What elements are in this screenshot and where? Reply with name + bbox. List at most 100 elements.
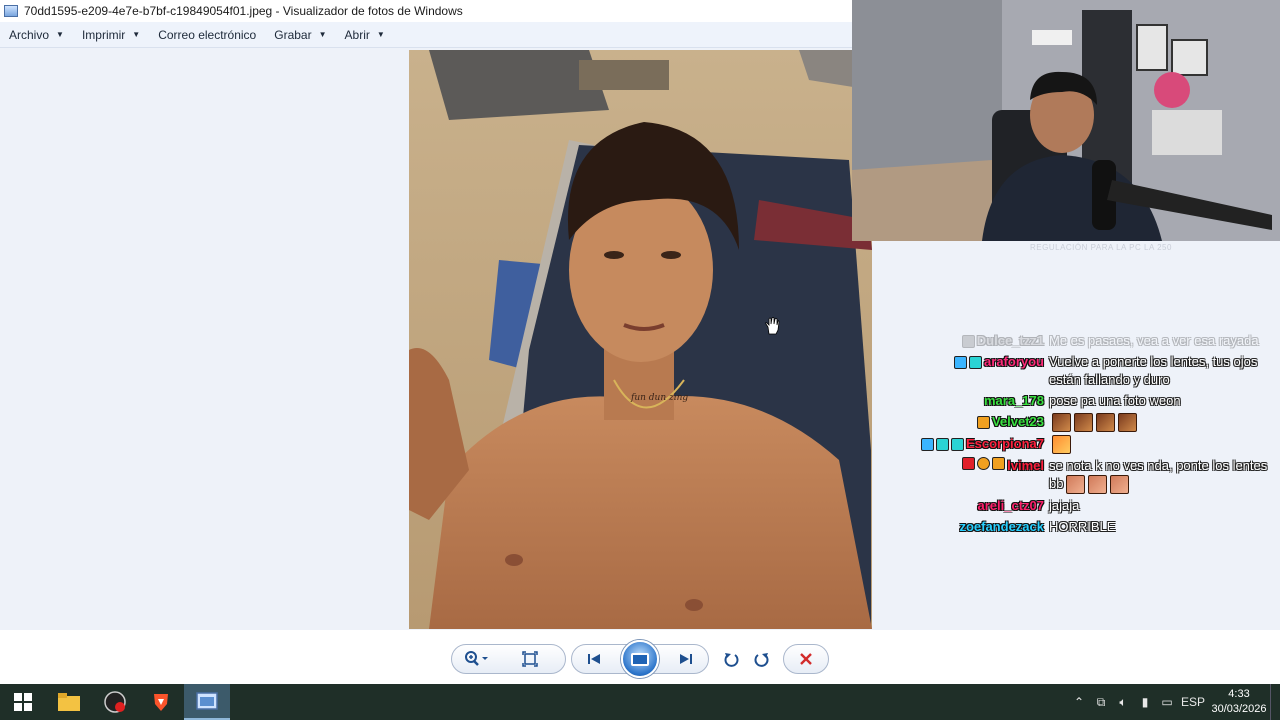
chat-username: araforyou bbox=[984, 354, 1044, 369]
chat-message: lvimel se nota k no ves nda, ponte los l… bbox=[900, 457, 1275, 495]
chat-badge-icon bbox=[969, 355, 983, 369]
chat-message: mara_178 pose pa una foto weon bbox=[900, 392, 1275, 410]
chat-text: HORRIBLE bbox=[1049, 519, 1116, 535]
chat-text bbox=[1049, 435, 1071, 455]
chat-user-block: areli_ctz07 bbox=[900, 497, 1049, 515]
chat-username: Dulce_tzz1 bbox=[976, 333, 1044, 348]
emote-icon bbox=[1074, 413, 1093, 433]
chat-username: Escorpiona7 bbox=[965, 436, 1044, 452]
slideshow-icon bbox=[631, 652, 649, 666]
chat-username: lvimel bbox=[1007, 458, 1044, 474]
rotate-counterclockwise-icon bbox=[724, 653, 739, 667]
photo-viewer-icon bbox=[196, 692, 218, 710]
stream-chat-overlay: Dulce_tzz1 Me es pasaes, vea a ver esa r… bbox=[900, 332, 1275, 539]
menu-grabar-label: Grabar bbox=[274, 27, 312, 42]
chat-username: Velvet23 bbox=[991, 414, 1044, 429]
chat-user-block: Escorpiona7 bbox=[900, 435, 1049, 453]
delete-icon bbox=[800, 653, 812, 665]
obs-record-icon bbox=[104, 691, 126, 713]
chat-username: zoefandezack bbox=[959, 519, 1044, 535]
taskbar-brave[interactable] bbox=[138, 684, 184, 720]
windows-taskbar: ⌃ ⧉ 🔈︎ ▮ ▭ ESP 4:33 30/03/2026 bbox=[0, 684, 1280, 720]
webcam-caption: REGULACIÓN PARA LA PC LA 250 bbox=[1030, 243, 1172, 252]
windows-logo-icon bbox=[14, 693, 32, 711]
chat-badge-icon bbox=[935, 437, 949, 451]
chat-user-block: Velvet23 bbox=[900, 413, 1049, 431]
speaker-icon[interactable]: 🔈︎ bbox=[1112, 684, 1134, 720]
folder-icon bbox=[58, 693, 80, 711]
rotate-counterclockwise-button[interactable] bbox=[716, 645, 746, 673]
chat-text: Vuelve a ponerte los lentes, tus ojos es… bbox=[1049, 354, 1258, 387]
chat-user-block: Dulce_tzz1 bbox=[900, 332, 1049, 350]
menu-correo-label: Correo electrónico bbox=[158, 27, 257, 42]
window-titlebar: 70dd1595-e209-4e7e-b7bf-c19849054f01.jpe… bbox=[0, 0, 852, 22]
previous-button[interactable] bbox=[572, 645, 616, 673]
menu-correo[interactable]: Correo electrónico bbox=[149, 22, 265, 47]
photo-viewer-app-icon bbox=[4, 5, 18, 17]
taskbar-clock[interactable]: 4:33 30/03/2026 bbox=[1208, 687, 1270, 717]
network-icon[interactable]: ⧉ bbox=[1090, 684, 1112, 720]
language-indicator[interactable]: ESP bbox=[1178, 684, 1208, 720]
chat-badge-icon bbox=[962, 457, 976, 471]
menu-imprimir[interactable]: Imprimir ▼ bbox=[73, 22, 149, 47]
chat-text: se nota k no ves nda, ponte los lentes b… bbox=[1049, 457, 1269, 495]
brave-lion-icon bbox=[154, 694, 168, 711]
window-title: 70dd1595-e209-4e7e-b7bf-c19849054f01.jpe… bbox=[24, 4, 463, 18]
microphone-icon[interactable]: ▮ bbox=[1134, 684, 1156, 720]
chat-message: araforyou Vuelve a ponerte los lentes, t… bbox=[900, 353, 1275, 389]
battery-icon[interactable]: ▭ bbox=[1156, 684, 1178, 720]
emote-icon bbox=[1052, 413, 1071, 433]
emote-icon bbox=[1052, 435, 1071, 455]
menu-archivo-label: Archivo bbox=[9, 27, 50, 42]
system-tray: ⌃ ⧉ 🔈︎ ▮ ▭ ESP 4:33 30/03/2026 bbox=[1068, 684, 1280, 720]
chat-message: Escorpiona7 bbox=[900, 435, 1275, 455]
next-icon bbox=[679, 654, 692, 664]
menu-abrir[interactable]: Abrir ▼ bbox=[336, 22, 394, 47]
next-button[interactable] bbox=[664, 645, 708, 673]
magnifier-icon bbox=[465, 651, 488, 666]
show-hidden-icons-chevron-icon[interactable]: ⌃ bbox=[1068, 684, 1090, 720]
chevron-down-icon: ▼ bbox=[132, 30, 141, 39]
chat-user-block: mara_178 bbox=[900, 392, 1049, 410]
chat-text: pose pa una foto weon bbox=[1049, 393, 1181, 408]
menu-grabar[interactable]: Grabar ▼ bbox=[265, 22, 335, 47]
chat-user-block: araforyou bbox=[900, 353, 1049, 371]
chat-message: Velvet23 bbox=[900, 413, 1275, 433]
chat-text: jajaja bbox=[1049, 498, 1080, 514]
rotate-clockwise-button[interactable] bbox=[747, 645, 777, 673]
taskbar-obs[interactable] bbox=[92, 684, 138, 720]
delete-button[interactable] bbox=[783, 644, 829, 674]
show-desktop-button[interactable] bbox=[1270, 684, 1280, 720]
chat-username: areli_ctz07 bbox=[977, 498, 1045, 514]
chat-text: Me es pasaes, vea a ver esa rayada bbox=[1049, 333, 1259, 348]
previous-icon bbox=[588, 654, 601, 664]
emote-icon bbox=[1088, 475, 1108, 495]
taskbar-file-explorer[interactable] bbox=[46, 684, 92, 720]
chat-user-block: zoefandezack bbox=[900, 518, 1049, 536]
menu-bar: Archivo ▼ Imprimir ▼ Correo electrónico Gr… bbox=[0, 22, 852, 48]
menu-archivo[interactable]: Archivo ▼ bbox=[0, 22, 73, 47]
chat-badge-icon bbox=[920, 437, 934, 451]
clock-date: 30/03/2026 bbox=[1211, 703, 1267, 715]
menu-imprimir-label: Imprimir bbox=[81, 27, 126, 42]
actual-size-button[interactable] bbox=[502, 645, 557, 673]
chat-message: areli_ctz07 jajaja bbox=[900, 497, 1275, 515]
slideshow-button[interactable] bbox=[621, 640, 659, 678]
chat-message: zoefandezack HORRIBLE bbox=[900, 518, 1275, 536]
chat-badge-icon bbox=[992, 457, 1006, 471]
zoom-button[interactable] bbox=[452, 645, 502, 673]
chat-badge-icon bbox=[950, 437, 964, 451]
taskbar-photo-viewer[interactable] bbox=[184, 684, 230, 720]
start-button[interactable] bbox=[0, 684, 46, 720]
webcam-overlay bbox=[852, 0, 1280, 241]
chat-message: Dulce_tzz1 Me es pasaes, vea a ver esa r… bbox=[900, 332, 1275, 350]
rotate-clockwise-icon bbox=[754, 653, 769, 667]
emote-icon bbox=[1110, 475, 1130, 495]
chat-badge-icon bbox=[961, 334, 975, 348]
chat-user-block: lvimel bbox=[900, 457, 1049, 475]
emote-icon bbox=[1096, 413, 1115, 433]
hand-cursor-icon bbox=[765, 317, 780, 335]
actual-size-icon bbox=[521, 651, 538, 667]
chevron-down-icon: ▼ bbox=[376, 30, 385, 39]
displayed-photo[interactable]: fun dun zing bbox=[409, 50, 872, 629]
